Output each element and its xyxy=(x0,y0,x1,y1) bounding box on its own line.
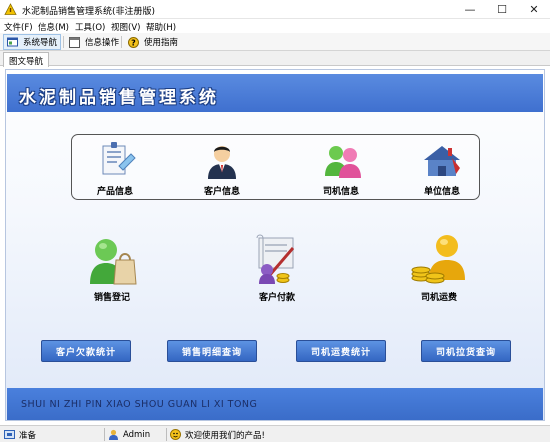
window-title: 水泥制品销售管理系统(非注册版) xyxy=(22,7,156,17)
unit-info-item[interactable]: 单位信息 xyxy=(404,140,480,197)
menu-bar: 文件(F) 信息(M) 工具(O) 视图(V) 帮助(H) xyxy=(0,19,550,33)
title-bar: 水泥制品销售管理系统(非注册版) — ☐ ✕ xyxy=(0,0,550,19)
product-info-label: 产品信息 xyxy=(96,187,133,197)
menu-info[interactable]: 信息(M) xyxy=(38,21,69,33)
smiley-icon xyxy=(170,429,181,440)
toolbar-divider xyxy=(63,36,64,48)
status-divider xyxy=(104,428,105,441)
toolbar: 系统导航 信息操作 ? 使用指南 xyxy=(0,33,550,51)
menu-file[interactable]: 文件(F) xyxy=(4,21,33,33)
header-banner: 水泥制品销售管理系统 xyxy=(7,74,543,112)
menu-view[interactable]: 视图(V) xyxy=(111,21,140,33)
info-ops-label: 信息操作 xyxy=(85,38,120,48)
status-welcome-text: 欢迎使用我们的产品! xyxy=(185,430,265,441)
navigation-icon xyxy=(7,37,18,48)
sales-register-label: 销售登记 xyxy=(93,293,130,303)
driver-haul-query-button[interactable]: 司机拉货查询 xyxy=(421,340,511,362)
unit-info-icon xyxy=(424,146,460,176)
product-info-item[interactable]: 产品信息 xyxy=(77,140,153,197)
window-icon xyxy=(69,36,80,48)
status-ready-text: 准备 xyxy=(19,430,37,441)
system-nav-button[interactable]: 系统导航 xyxy=(3,34,62,50)
status-user-text: Admin xyxy=(123,429,151,440)
product-info-icon xyxy=(102,142,136,175)
maximize-button[interactable]: ☐ xyxy=(486,0,518,19)
customer-info-item[interactable]: 客户信息 xyxy=(184,140,260,197)
status-bar: 准备 Admin 欢迎使用我们的产品! xyxy=(0,425,550,442)
status-ready: 准备 xyxy=(4,427,36,442)
status-welcome: 欢迎使用我们的产品! xyxy=(170,427,265,442)
status-user: Admin xyxy=(108,427,150,442)
customer-debt-stats-button[interactable]: 客户欠款统计 xyxy=(41,340,131,362)
system-nav-label: 系统导航 xyxy=(23,38,58,48)
customer-payment-label: 客户付款 xyxy=(258,293,295,303)
customer-payment-icon xyxy=(256,234,295,284)
customer-payment-item[interactable]: 客户付款 xyxy=(239,230,315,303)
driver-info-label: 司机信息 xyxy=(322,187,359,197)
status-divider xyxy=(166,428,167,441)
page-title: 水泥制品销售管理系统 xyxy=(19,88,219,108)
sales-register-icon xyxy=(90,239,137,285)
user-guide-button[interactable]: ? 使用指南 xyxy=(125,34,181,50)
driver-info-icon xyxy=(325,146,361,178)
help-icon: ? xyxy=(128,36,139,48)
user-guide-label: 使用指南 xyxy=(144,38,179,48)
user-icon xyxy=(108,429,119,440)
svg-text:?: ? xyxy=(131,38,136,47)
sales-register-item[interactable]: 销售登记 xyxy=(74,230,150,303)
toolbar-divider xyxy=(121,36,122,48)
driver-info-item[interactable]: 司机信息 xyxy=(303,140,379,197)
main-panel: 水泥制品销售管理系统 产品信息 客户信息 司机信息 单位信息 销售登记 客户付款… xyxy=(5,69,545,421)
driver-freight-label: 司机运费 xyxy=(420,293,457,303)
tab-strip: 图文导航 xyxy=(0,51,550,67)
customer-info-icon xyxy=(208,146,236,179)
info-ops-button[interactable]: 信息操作 xyxy=(66,34,122,50)
driver-freight-stats-button[interactable]: 司机运费统计 xyxy=(296,340,386,362)
driver-freight-item[interactable]: 司机运费 xyxy=(401,230,477,303)
app-logo-icon xyxy=(4,3,17,16)
menu-tools[interactable]: 工具(O) xyxy=(75,21,105,33)
footer-banner: SHUI NI ZHI PIN XIAO SHOU GUAN LI XI TON… xyxy=(7,388,543,420)
menu-help[interactable]: 帮助(H) xyxy=(146,21,176,33)
customer-info-label: 客户信息 xyxy=(203,187,240,197)
driver-freight-icon xyxy=(411,235,465,284)
close-button[interactable]: ✕ xyxy=(518,0,550,19)
footer-pinyin: SHUI NI ZHI PIN XIAO SHOU GUAN LI XI TON… xyxy=(21,399,258,410)
unit-info-label: 单位信息 xyxy=(423,187,460,197)
system-icon xyxy=(4,429,15,440)
tab-graphic-nav[interactable]: 图文导航 xyxy=(3,52,50,67)
minimize-button[interactable]: — xyxy=(454,0,486,19)
sales-detail-query-button[interactable]: 销售明细查询 xyxy=(167,340,257,362)
